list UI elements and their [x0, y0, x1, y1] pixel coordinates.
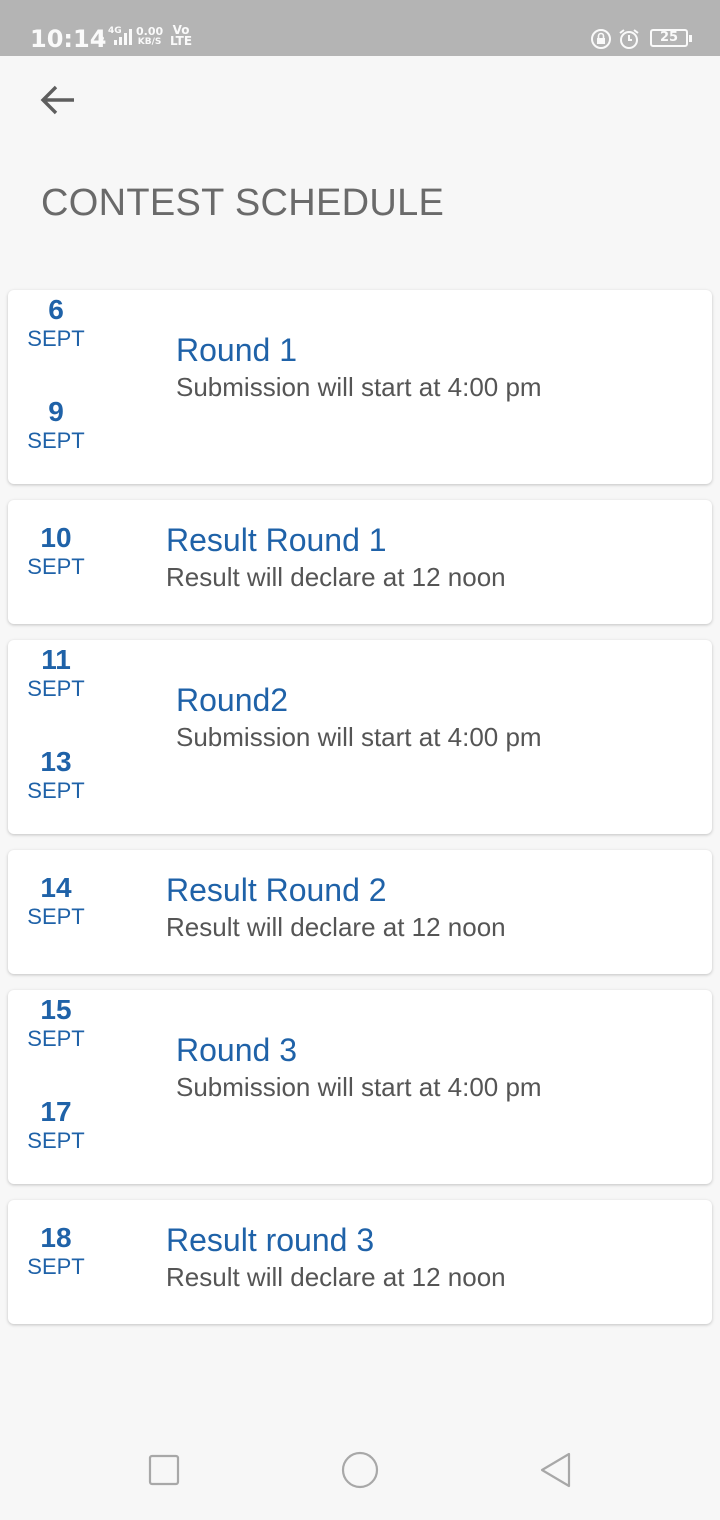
signal-icon: [114, 29, 132, 45]
date-month: SEPT: [27, 676, 85, 701]
card-subtitle: Submission will start at 4:00 pm: [176, 1072, 542, 1102]
battery-icon: 25: [650, 29, 692, 47]
card-title: Result round 3: [166, 1222, 375, 1258]
alarm-icon: [619, 29, 639, 49]
page-title: CONTEST SCHEDULE: [41, 182, 445, 224]
date-day: 9: [48, 396, 64, 427]
date-day: 14: [40, 872, 72, 903]
status-time: 10:14: [30, 25, 107, 53]
date-month: SEPT: [27, 554, 85, 579]
schedule-card-round-2[interactable]: 11 SEPT 13 SEPT Round2 Submission will s…: [8, 640, 712, 834]
back-triangle-icon[interactable]: [536, 1450, 576, 1490]
speed-value: 0.00: [136, 25, 164, 38]
date-month: SEPT: [27, 326, 85, 351]
date-day: 17: [40, 1096, 72, 1127]
card-title: Result Round 2: [166, 872, 387, 908]
home-icon[interactable]: [340, 1450, 380, 1490]
start-date: 11 SEPT: [8, 644, 104, 702]
arrow-left-icon[interactable]: [36, 80, 80, 120]
schedule-card-result-round-2[interactable]: 14 SEPT Result Round 2 Result will decla…: [8, 850, 712, 974]
date-month: SEPT: [27, 1128, 85, 1153]
date-month: SEPT: [27, 1026, 85, 1051]
card-subtitle: Submission will start at 4:00 pm: [176, 722, 542, 752]
date-month: SEPT: [27, 428, 85, 453]
date-day: 11: [41, 644, 71, 675]
speed-unit: KB/S: [137, 37, 162, 47]
card-subtitle: Result will declare at 12 noon: [166, 1262, 506, 1292]
rotation-lock-icon: [591, 29, 611, 49]
card-title: Result Round 1: [166, 522, 387, 558]
card-title: Round 3: [176, 1032, 297, 1068]
card-title: Round2: [176, 682, 289, 718]
card-title: Round 1: [176, 332, 297, 368]
date-day: 13: [40, 746, 72, 777]
schedule-card-result-round-1[interactable]: 10 SEPT Result Round 1 Result will decla…: [8, 500, 712, 624]
status-bar: 10:14 R 4G 0.00 KB/S Vo LTE 25: [0, 0, 720, 56]
start-date: 6 SEPT: [8, 294, 104, 352]
date-day: 6: [48, 294, 64, 325]
schedule-card-result-round-3[interactable]: 18 SEPT Result round 3 Result will decla…: [8, 1200, 712, 1324]
date-day: 10: [40, 522, 72, 553]
end-date: 9 SEPT: [8, 396, 104, 454]
data-speed: 0.00 KB/S: [136, 26, 163, 48]
volte-badge: Vo LTE: [170, 24, 193, 48]
schedule-card-round-1[interactable]: 6 SEPT 9 SEPT Round 1 Submission will st…: [8, 290, 712, 484]
start-date: 15 SEPT: [8, 994, 104, 1052]
network-sub-label: R: [98, 36, 105, 46]
recent-apps-icon[interactable]: [144, 1450, 184, 1490]
date-month: SEPT: [27, 904, 85, 929]
card-subtitle: Result will declare at 12 noon: [166, 562, 506, 592]
card-subtitle: Submission will start at 4:00 pm: [176, 372, 542, 402]
date-day: 18: [40, 1222, 72, 1253]
navigation-bar: [0, 1420, 720, 1520]
end-date: 13 SEPT: [8, 746, 104, 804]
date-month: SEPT: [27, 1254, 85, 1279]
end-date: 17 SEPT: [8, 1096, 104, 1154]
date-month: SEPT: [27, 778, 85, 803]
result-date: 18 SEPT: [8, 1222, 104, 1280]
volte-bottom: LTE: [170, 34, 193, 48]
result-date: 10 SEPT: [8, 522, 104, 580]
date-day: 15: [40, 994, 72, 1025]
result-date: 14 SEPT: [8, 872, 104, 930]
schedule-card-round-3[interactable]: 15 SEPT 17 SEPT Round 3 Submission will …: [8, 990, 712, 1184]
card-subtitle: Result will declare at 12 noon: [166, 912, 506, 942]
